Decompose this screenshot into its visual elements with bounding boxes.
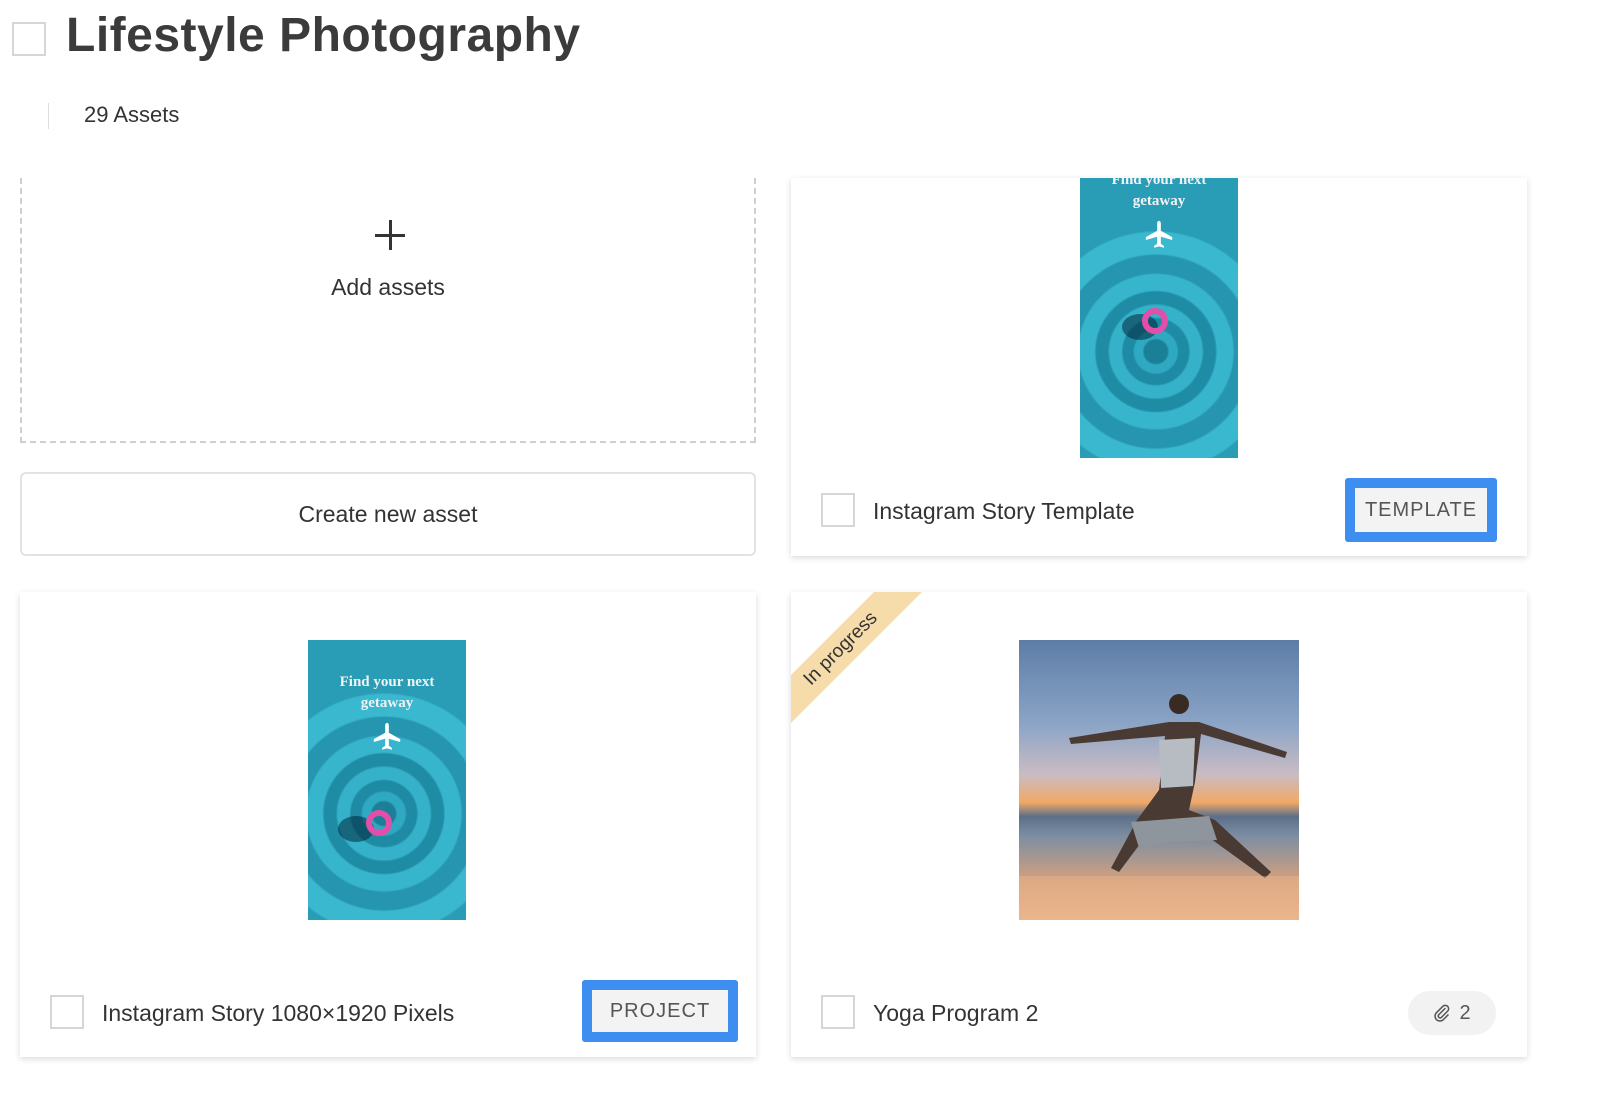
pool-float: [366, 810, 392, 836]
thumbnail-headline: Find your next: [339, 674, 435, 690]
asset-thumbnail: Find your next getaway: [1080, 178, 1238, 458]
tag-highlight: TEMPLATE: [1345, 478, 1497, 542]
project-tag[interactable]: PROJECT: [592, 990, 728, 1032]
pool-float: [1142, 308, 1168, 334]
asset-checkbox[interactable]: [50, 995, 84, 1029]
thumbnail-headline: Find your next: [1111, 178, 1207, 188]
plane-icon: [1145, 220, 1173, 248]
asset-card-instagram-story-project[interactable]: Find your next getaway Instagram Story 1…: [20, 592, 756, 1057]
in-progress-ribbon: In progress: [791, 592, 931, 739]
page-title: Lifestyle Photography: [66, 9, 581, 62]
yoga-photo: [1019, 640, 1299, 920]
asset-checkbox[interactable]: [821, 995, 855, 1029]
add-assets-dropzone[interactable]: Add assets: [20, 178, 756, 443]
plane-icon: [373, 722, 401, 750]
add-assets-label: Add assets: [331, 274, 445, 300]
create-new-asset-button[interactable]: Create new asset: [20, 472, 756, 556]
yoga-silhouette: [1019, 694, 1299, 920]
asset-name[interactable]: Yoga Program 2: [873, 1000, 1038, 1027]
paperclip-icon: [1434, 1004, 1450, 1022]
plus-icon: [375, 220, 405, 250]
count-divider: [48, 103, 49, 129]
tag-highlight: PROJECT: [582, 980, 738, 1042]
attachment-count: 2: [1459, 1001, 1471, 1024]
asset-card-instagram-story-template[interactable]: Find your next getaway Instagram Story T…: [791, 178, 1527, 556]
asset-checkbox[interactable]: [821, 493, 855, 527]
select-all-checkbox[interactable]: [12, 22, 46, 56]
template-tag[interactable]: TEMPLATE: [1355, 488, 1487, 532]
asset-name[interactable]: Instagram Story Template: [873, 498, 1135, 525]
attachments-badge[interactable]: 2: [1408, 991, 1496, 1035]
asset-thumbnail: Find your next getaway: [308, 640, 466, 920]
thumbnail-subline: getaway: [360, 695, 414, 711]
asset-name[interactable]: Instagram Story 1080×1920 Pixels: [102, 1000, 454, 1027]
ribbon-label: In progress: [799, 607, 882, 690]
thumbnail-subline: getaway: [1132, 193, 1186, 209]
asset-count: 29 Assets: [84, 102, 180, 127]
asset-card-yoga-program[interactable]: In progress Yoga Program 2: [791, 592, 1527, 1057]
